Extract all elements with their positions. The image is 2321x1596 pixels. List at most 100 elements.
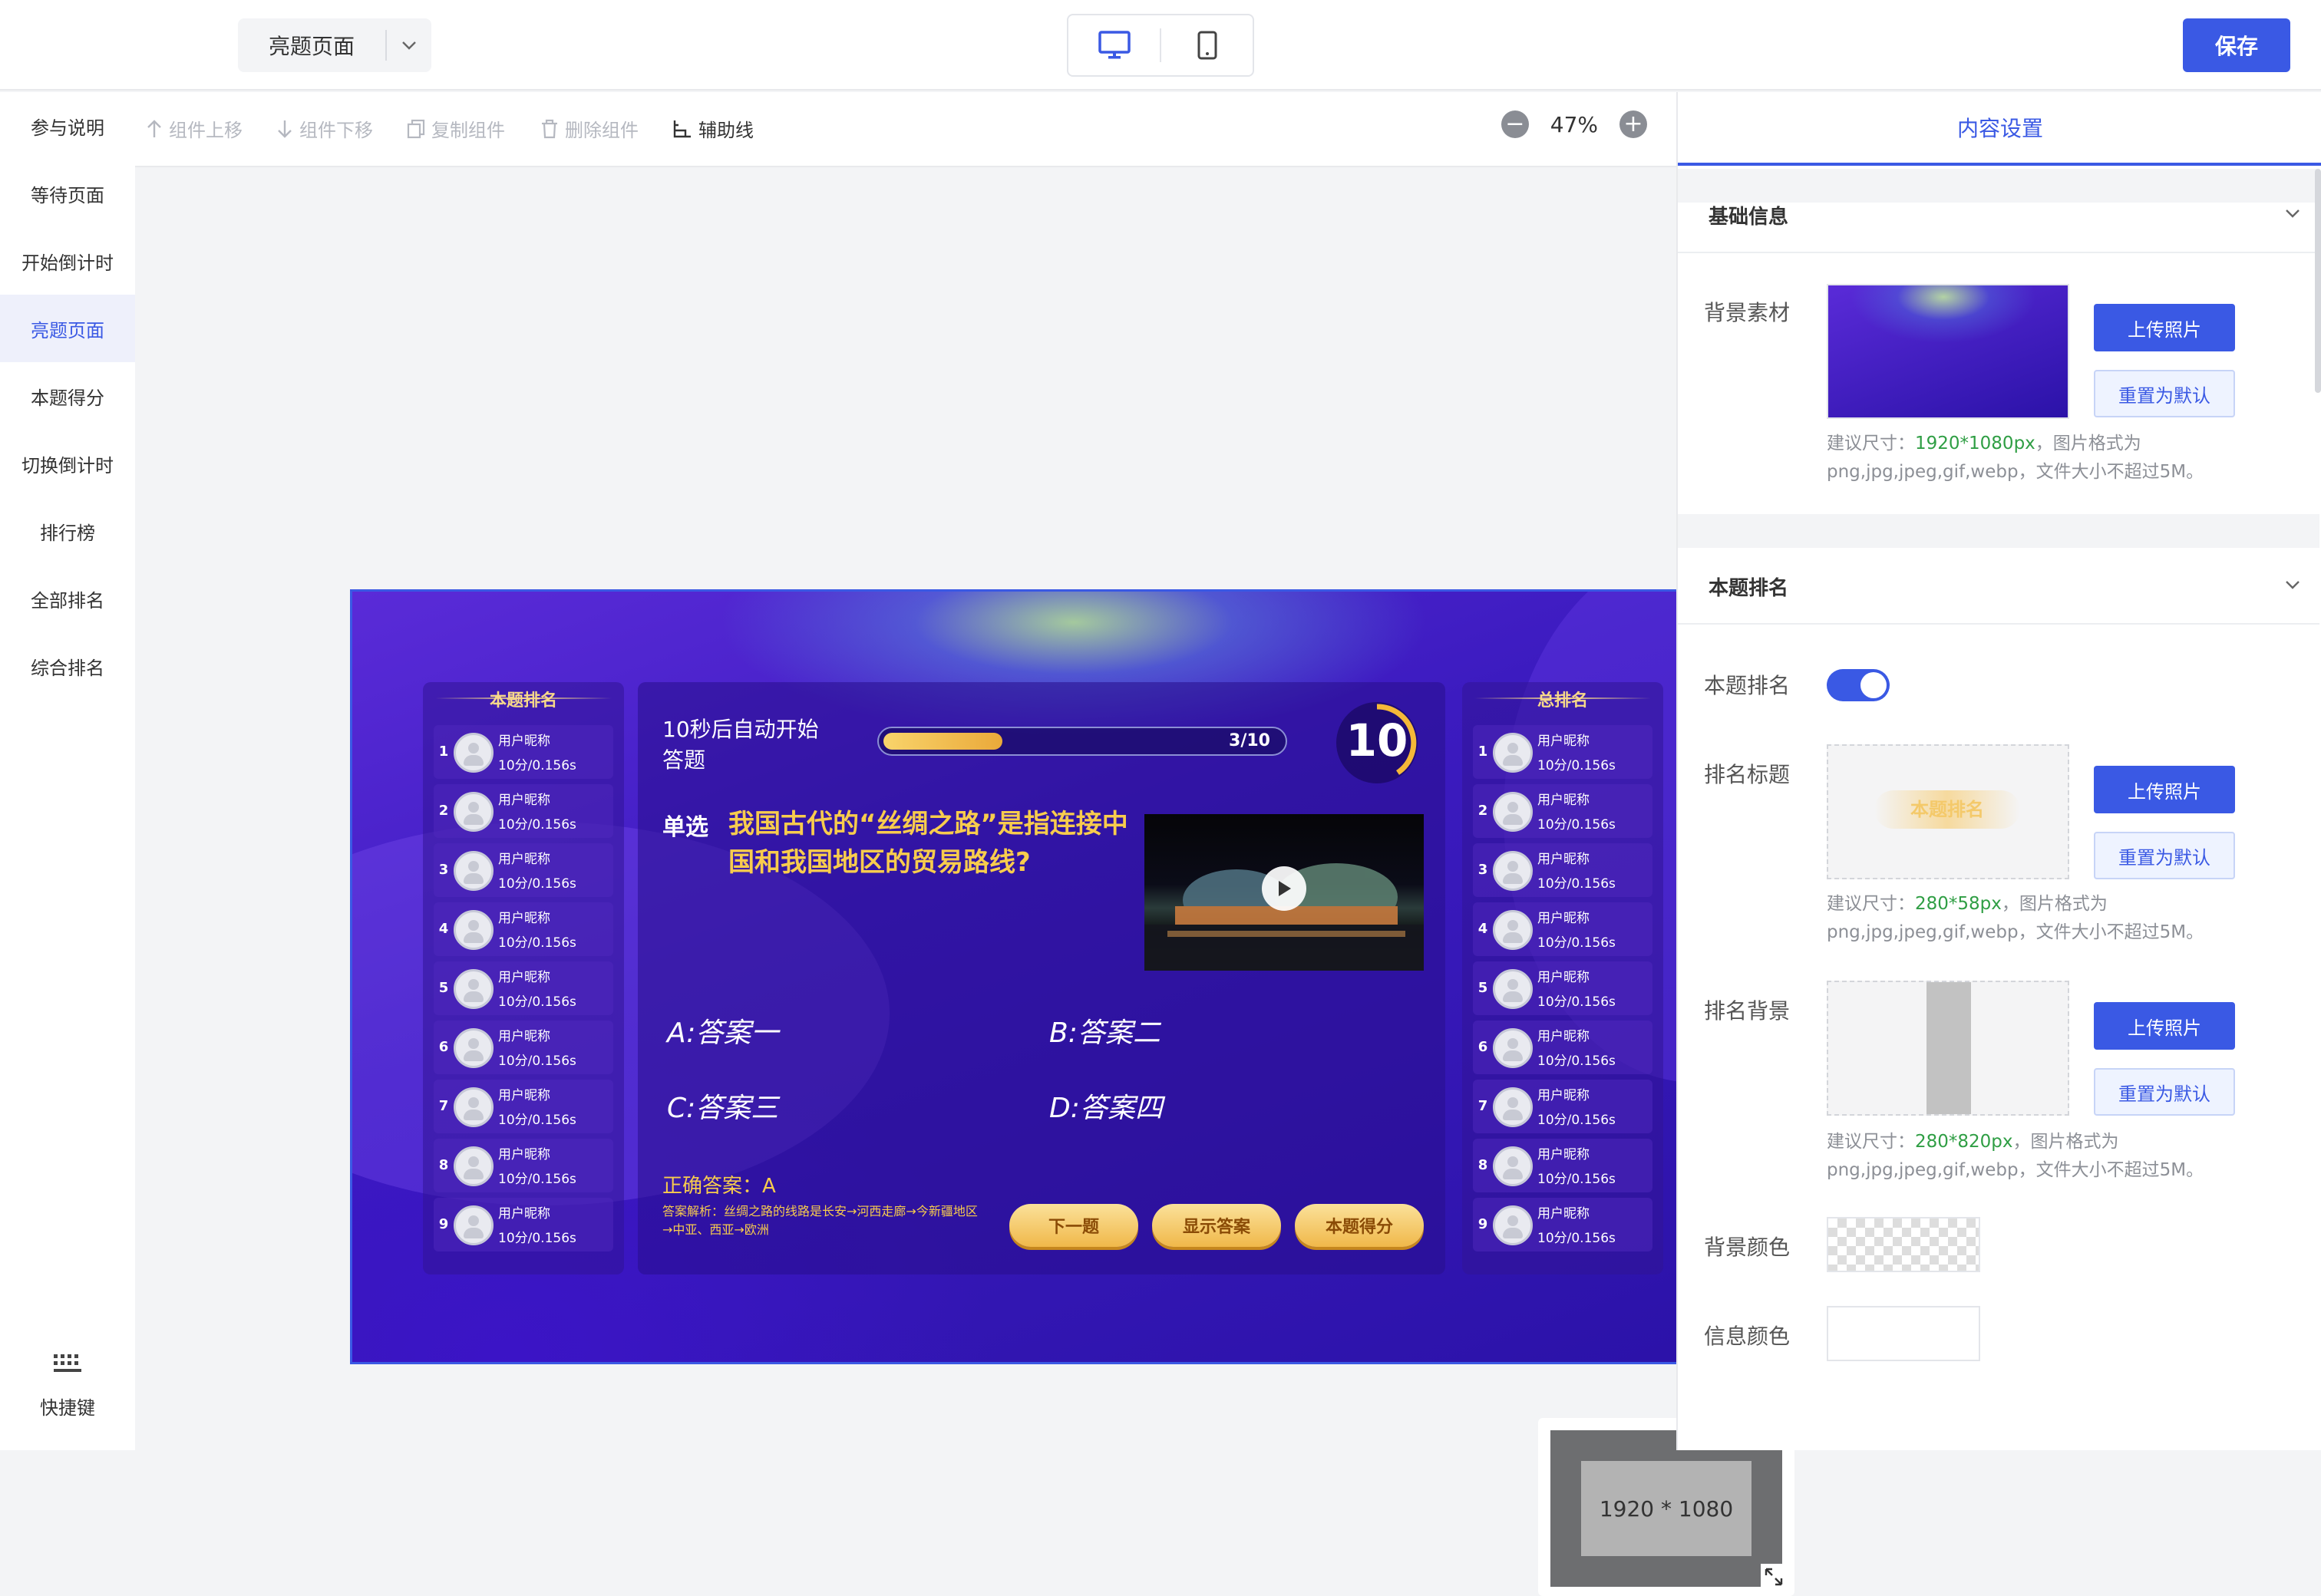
device-switch (1067, 14, 1254, 77)
nav-item-switch-countdown[interactable]: 切换倒计时 (0, 430, 135, 497)
next-question-button[interactable]: 下一题 (1009, 1204, 1138, 1247)
rank-row: 3 用户昵称 10分/0.156s (434, 843, 613, 897)
user-nickname: 用户昵称 (498, 1206, 550, 1222)
avatar (454, 1028, 494, 1068)
rank-title-preview-text: 本题排名 (1874, 790, 2020, 829)
save-button[interactable]: 保存 (2183, 18, 2290, 72)
avatar (454, 1205, 494, 1245)
avatar (454, 1146, 494, 1186)
bg-color-picker[interactable] (1827, 1217, 1980, 1272)
rank-row: 8 用户昵称 10分/0.156s (1473, 1139, 1652, 1192)
nav-item-participation[interactable]: 参与说明 (0, 92, 135, 160)
hint-prefix: 建议尺寸： (1827, 894, 1915, 914)
user-nickname: 用户昵称 (498, 852, 550, 867)
question-video[interactable] (1144, 814, 1424, 971)
guides-button[interactable]: 辅助线 (672, 115, 754, 142)
question-score-button[interactable]: 本题得分 (1295, 1204, 1424, 1247)
user-score: 10分/0.156s (498, 1113, 576, 1128)
minimap-size-label: 1920 * 1080 (1581, 1461, 1751, 1556)
chevron-down-icon[interactable] (2284, 579, 2301, 593)
expand-icon[interactable] (1761, 1564, 1787, 1590)
section-gap (1678, 514, 2319, 548)
reset-default-button[interactable]: 重置为默认 (2094, 1068, 2235, 1116)
settings-panel: 内容设置 基础信息 背景素材 上传照片 重置为默认 建议尺寸：1920*1080… (1676, 92, 2321, 1450)
desktop-icon[interactable] (1068, 15, 1160, 75)
nav-item-question-page[interactable]: 亮题页面 (0, 295, 135, 362)
user-score: 10分/0.156s (498, 817, 576, 833)
user-score: 10分/0.156s (1537, 935, 1616, 951)
nav-item-waiting[interactable]: 等待页面 (0, 160, 135, 227)
upload-photo-button[interactable]: 上传照片 (2094, 304, 2235, 351)
trash-icon (542, 119, 557, 138)
rank-toggle-label: 本题排名 (1704, 673, 1791, 698)
editor-toolbar: 组件上移 组件下移 复制组件 删除组件 辅助线 − 47% + (135, 92, 1676, 167)
rank-row: 6 用户昵称 10分/0.156s (1473, 1021, 1652, 1074)
divider (1678, 252, 2319, 253)
avatar (1493, 792, 1533, 832)
section-title-basic[interactable]: 基础信息 (1709, 201, 1788, 229)
rank-row: 1 用户昵称 10分/0.156s (1473, 725, 1652, 779)
tab-content-settings[interactable]: 内容设置 (1678, 92, 2321, 166)
editor-canvas: 本题排名 1 用户昵称 10分/0.156s 2 用户昵称 10分/0.156s 3 用户… (135, 167, 1794, 1596)
rank-row: 6 用户昵称 10分/0.156s (434, 1021, 613, 1074)
copy-button[interactable]: 复制组件 (407, 115, 505, 142)
question-type: 单选 (662, 814, 708, 841)
delete-button[interactable]: 删除组件 (540, 115, 639, 142)
reset-default-button[interactable]: 重置为默认 (2094, 832, 2235, 879)
info-color-label: 信息颜色 (1704, 1324, 1791, 1349)
nav-item-question-score[interactable]: 本题得分 (0, 362, 135, 430)
correct-answer: 正确答案：A (662, 1175, 776, 1198)
bg-material-label: 背景素材 (1704, 300, 1791, 325)
chevron-down-icon[interactable] (2284, 207, 2301, 222)
zoom-out-icon[interactable]: − (1501, 110, 1529, 138)
mobile-icon[interactable] (1161, 15, 1253, 75)
question-text: 我国古代的“丝绸之路”是指连接中国和我国地区的贸易路线? (728, 809, 1128, 878)
rank-number: 3 (1477, 862, 1488, 878)
zoom-in-icon[interactable]: + (1619, 110, 1647, 138)
user-score: 10分/0.156s (1537, 817, 1616, 833)
user-nickname: 用户昵称 (498, 970, 550, 985)
play-icon[interactable] (1262, 866, 1306, 911)
upload-photo-button[interactable]: 上传照片 (2094, 1002, 2235, 1050)
reset-default-button[interactable]: 重置为默认 (2094, 370, 2235, 417)
avatar (1493, 1028, 1533, 1068)
nav-item-start-countdown[interactable]: 开始倒计时 (0, 227, 135, 295)
rank-row: 5 用户昵称 10分/0.156s (1473, 961, 1652, 1015)
show-answer-button[interactable]: 显示答案 (1152, 1204, 1281, 1247)
progress-label: 3/10 (1229, 731, 1270, 750)
info-color-picker[interactable] (1827, 1306, 1980, 1361)
rank-row: 9 用户昵称 10分/0.156s (1473, 1198, 1652, 1251)
minimap-viewport: 1920 * 1080 (1550, 1430, 1782, 1587)
rank-number: 8 (1477, 1157, 1488, 1173)
question-progress: 3/10 (877, 727, 1287, 756)
nav-item-leaderboard[interactable]: 排行榜 (0, 497, 135, 565)
shortcut-button[interactable]: 快捷键 (0, 1353, 135, 1420)
move-up-button[interactable]: 组件上移 (146, 115, 243, 142)
avatar (454, 792, 494, 832)
rank-number: 9 (438, 1216, 449, 1232)
rank-number: 2 (1477, 803, 1488, 819)
page-selector[interactable]: 亮题页面 (238, 18, 431, 72)
nav-item-overall-ranking[interactable]: 综合排名 (0, 632, 135, 700)
guides-label: 辅助线 (698, 120, 754, 141)
section-title-rank[interactable]: 本题排名 (1709, 572, 1788, 601)
rank-number: 3 (438, 862, 449, 878)
ruler-icon (673, 120, 691, 137)
upload-photo-button[interactable]: 上传照片 (2094, 766, 2235, 813)
nav-item-all-ranking[interactable]: 全部排名 (0, 565, 135, 632)
option-a: A:答案一 (667, 1017, 779, 1049)
rank-row: 4 用户昵称 10分/0.156s (434, 902, 613, 956)
answer-explanation: 答案解析：丝绸之路的线路是长安→河西走廊→今新疆地区→中亚、西亚→欧洲 (662, 1204, 978, 1237)
chevron-down-icon[interactable] (387, 40, 431, 51)
move-down-button[interactable]: 组件下移 (276, 115, 373, 142)
screen-preview[interactable]: 本题排名 1 用户昵称 10分/0.156s 2 用户昵称 10分/0.156s 3 用户… (350, 589, 1733, 1364)
user-nickname: 用户昵称 (1537, 1206, 1590, 1222)
move-down-label: 组件下移 (299, 120, 373, 141)
rank-row: 7 用户昵称 10分/0.156s (1473, 1080, 1652, 1133)
user-nickname: 用户昵称 (1537, 734, 1590, 749)
rank-row: 7 用户昵称 10分/0.156s (434, 1080, 613, 1133)
user-nickname: 用户昵称 (498, 911, 550, 926)
panel-scrollbar[interactable] (2315, 169, 2321, 393)
rank-number: 6 (438, 1039, 449, 1055)
rank-toggle-switch[interactable] (1827, 669, 1890, 701)
